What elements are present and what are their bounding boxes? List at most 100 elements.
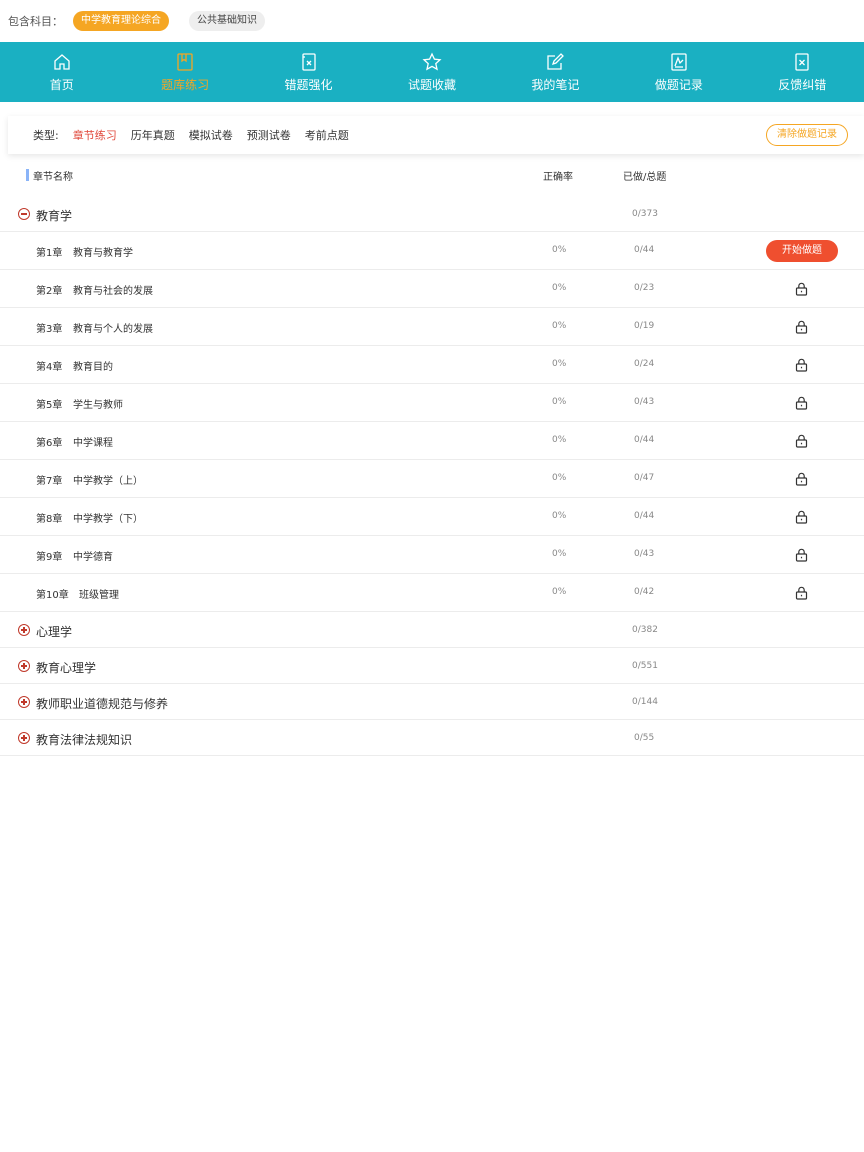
nav-item-favorites[interactable]: 试题收藏 <box>370 42 493 102</box>
chapter-done: 0/44 <box>634 511 655 521</box>
chapter-done: 0/43 <box>634 397 655 407</box>
header-done-total: 已做/总题 <box>623 172 667 183</box>
nav-item-records[interactable]: 做题记录 <box>617 42 740 102</box>
tab-chapter-practice[interactable]: 章节练习 <box>73 127 117 143</box>
chapter-accuracy: 0% <box>552 321 567 331</box>
chapter-row: 第2章 教育与社会的发展 0% 0/23 <box>0 270 864 308</box>
chapter-number: 第9章 <box>36 552 63 563</box>
group-name: 教育法律法规知识 <box>36 733 133 747</box>
chapter-list: 教育学 0/373 第1章 教育与教育学 0% 0/44 开始做题 第2章 教育… <box>0 196 864 756</box>
chapter-name: 中学教学（上） <box>73 476 143 487</box>
lock-icon[interactable] <box>795 472 808 486</box>
lock-icon[interactable] <box>795 510 808 524</box>
tab-pre-exam-tips[interactable]: 考前点题 <box>305 127 349 143</box>
tab-mock-exams[interactable]: 模拟试卷 <box>189 127 233 143</box>
chapter-name: 教育与教育学 <box>73 248 133 259</box>
chart-icon <box>671 52 687 71</box>
nav-label: 首页 <box>49 77 74 92</box>
group-done: 0/382 <box>632 625 658 635</box>
lock-icon[interactable] <box>795 282 808 296</box>
group-name: 心理学 <box>36 625 73 639</box>
chapter-accuracy: 0% <box>552 587 567 597</box>
chapter-row: 第1章 教育与教育学 0% 0/44 开始做题 <box>0 232 864 270</box>
group-name: 教育心理学 <box>36 661 97 675</box>
lock-icon[interactable] <box>795 320 808 334</box>
nav-item-question-bank[interactable]: 题库练习 <box>123 42 246 102</box>
clear-records-button[interactable]: 清除做题记录 <box>766 124 848 146</box>
wrong-icon <box>301 52 316 71</box>
subject-pill-public-basics[interactable]: 公共基础知识 <box>189 11 265 31</box>
type-label: 类型: <box>33 129 59 142</box>
chapter-row: 第6章 中学课程 0% 0/44 <box>0 422 864 460</box>
chapter-done: 0/23 <box>634 283 655 293</box>
group-name: 教育学 <box>36 209 73 223</box>
chapter-done: 0/43 <box>634 549 655 559</box>
tab-past-exams[interactable]: 历年真题 <box>131 127 175 143</box>
nav-label: 我的笔记 <box>531 77 580 92</box>
subject-bar: 包含科目： 中学教育理论综合 公共基础知识 <box>0 0 864 42</box>
chapter-name: 教育与个人的发展 <box>73 324 153 335</box>
chapter-row: 第3章 教育与个人的发展 0% 0/19 <box>0 308 864 346</box>
chapter-done: 0/24 <box>634 359 655 369</box>
lock-icon[interactable] <box>795 358 808 372</box>
nav-item-wrong-questions[interactable]: 错题强化 <box>247 42 370 102</box>
chapter-number: 第4章 <box>36 362 63 373</box>
group-done: 0/144 <box>632 697 658 707</box>
chapter-accuracy: 0% <box>552 511 567 521</box>
chapter-row: 第5章 学生与教师 0% 0/43 <box>0 384 864 422</box>
chapter-number: 第2章 <box>36 286 63 297</box>
table-header: 章节名称 正确率 已做/总题 <box>0 164 864 186</box>
chapter-number: 第8章 <box>36 514 63 525</box>
chapter-row: 第10章 班级管理 0% 0/42 <box>0 574 864 612</box>
chapter-name: 教育目的 <box>73 362 113 373</box>
chapter-accuracy: 0% <box>552 473 567 483</box>
nav-item-home[interactable]: 首页 <box>0 42 123 102</box>
group-done: 0/373 <box>632 209 658 219</box>
subject-label: 包含科目： <box>8 15 63 28</box>
home-icon <box>54 53 70 70</box>
group-row[interactable]: 教育学 0/373 <box>0 196 864 232</box>
group-row[interactable]: 心理学 0/382 <box>0 612 864 648</box>
chapter-accuracy: 0% <box>552 245 567 255</box>
chapter-done: 0/47 <box>634 473 655 483</box>
collapse-icon[interactable] <box>18 208 30 220</box>
chapter-row: 第8章 中学教学（下） 0% 0/44 <box>0 498 864 536</box>
expand-icon[interactable] <box>18 660 30 672</box>
nav-item-notes[interactable]: 我的笔记 <box>494 42 617 102</box>
chapter-name: 中学课程 <box>73 438 113 449</box>
chapter-name: 学生与教师 <box>73 400 123 411</box>
lock-icon[interactable] <box>795 434 808 448</box>
type-selector: 类型: 章节练习 历年真题 模拟试卷 预测试卷 考前点题 清除做题记录 <box>8 116 864 154</box>
chapter-number: 第1章 <box>36 248 63 259</box>
chapter-accuracy: 0% <box>552 435 567 445</box>
subject-pill-education-theory[interactable]: 中学教育理论综合 <box>73 11 169 31</box>
lock-icon[interactable] <box>795 396 808 410</box>
expand-icon[interactable] <box>18 696 30 708</box>
lock-icon[interactable] <box>795 586 808 600</box>
group-done: 0/551 <box>632 661 658 671</box>
expand-icon[interactable] <box>18 624 30 636</box>
feedback-icon <box>795 52 809 71</box>
start-practice-button[interactable]: 开始做题 <box>766 240 838 262</box>
chapter-name: 班级管理 <box>79 590 119 601</box>
chapter-number: 第6章 <box>36 438 63 449</box>
group-row[interactable]: 教育心理学 0/551 <box>0 648 864 684</box>
chapter-number: 第5章 <box>36 400 63 411</box>
chapter-row: 第9章 中学德育 0% 0/43 <box>0 536 864 574</box>
tab-predicted-exams[interactable]: 预测试卷 <box>247 127 291 143</box>
group-name: 教师职业道德规范与修养 <box>36 697 169 711</box>
group-row[interactable]: 教育法律法规知识 0/55 <box>0 720 864 756</box>
chapter-accuracy: 0% <box>552 283 567 293</box>
chapter-done: 0/44 <box>634 245 655 255</box>
expand-icon[interactable] <box>18 732 30 744</box>
nav-item-feedback[interactable]: 反馈纠错 <box>741 42 864 102</box>
chapter-accuracy: 0% <box>552 549 567 559</box>
chapter-done: 0/42 <box>634 587 655 597</box>
nav-label: 做题记录 <box>654 77 703 92</box>
chapter-number: 第10章 <box>36 590 69 601</box>
lock-icon[interactable] <box>795 548 808 562</box>
group-row[interactable]: 教师职业道德规范与修养 0/144 <box>0 684 864 720</box>
chapter-done: 0/19 <box>634 321 655 331</box>
header-accuracy: 正确率 <box>543 172 573 183</box>
chapter-name: 教育与社会的发展 <box>73 286 153 297</box>
